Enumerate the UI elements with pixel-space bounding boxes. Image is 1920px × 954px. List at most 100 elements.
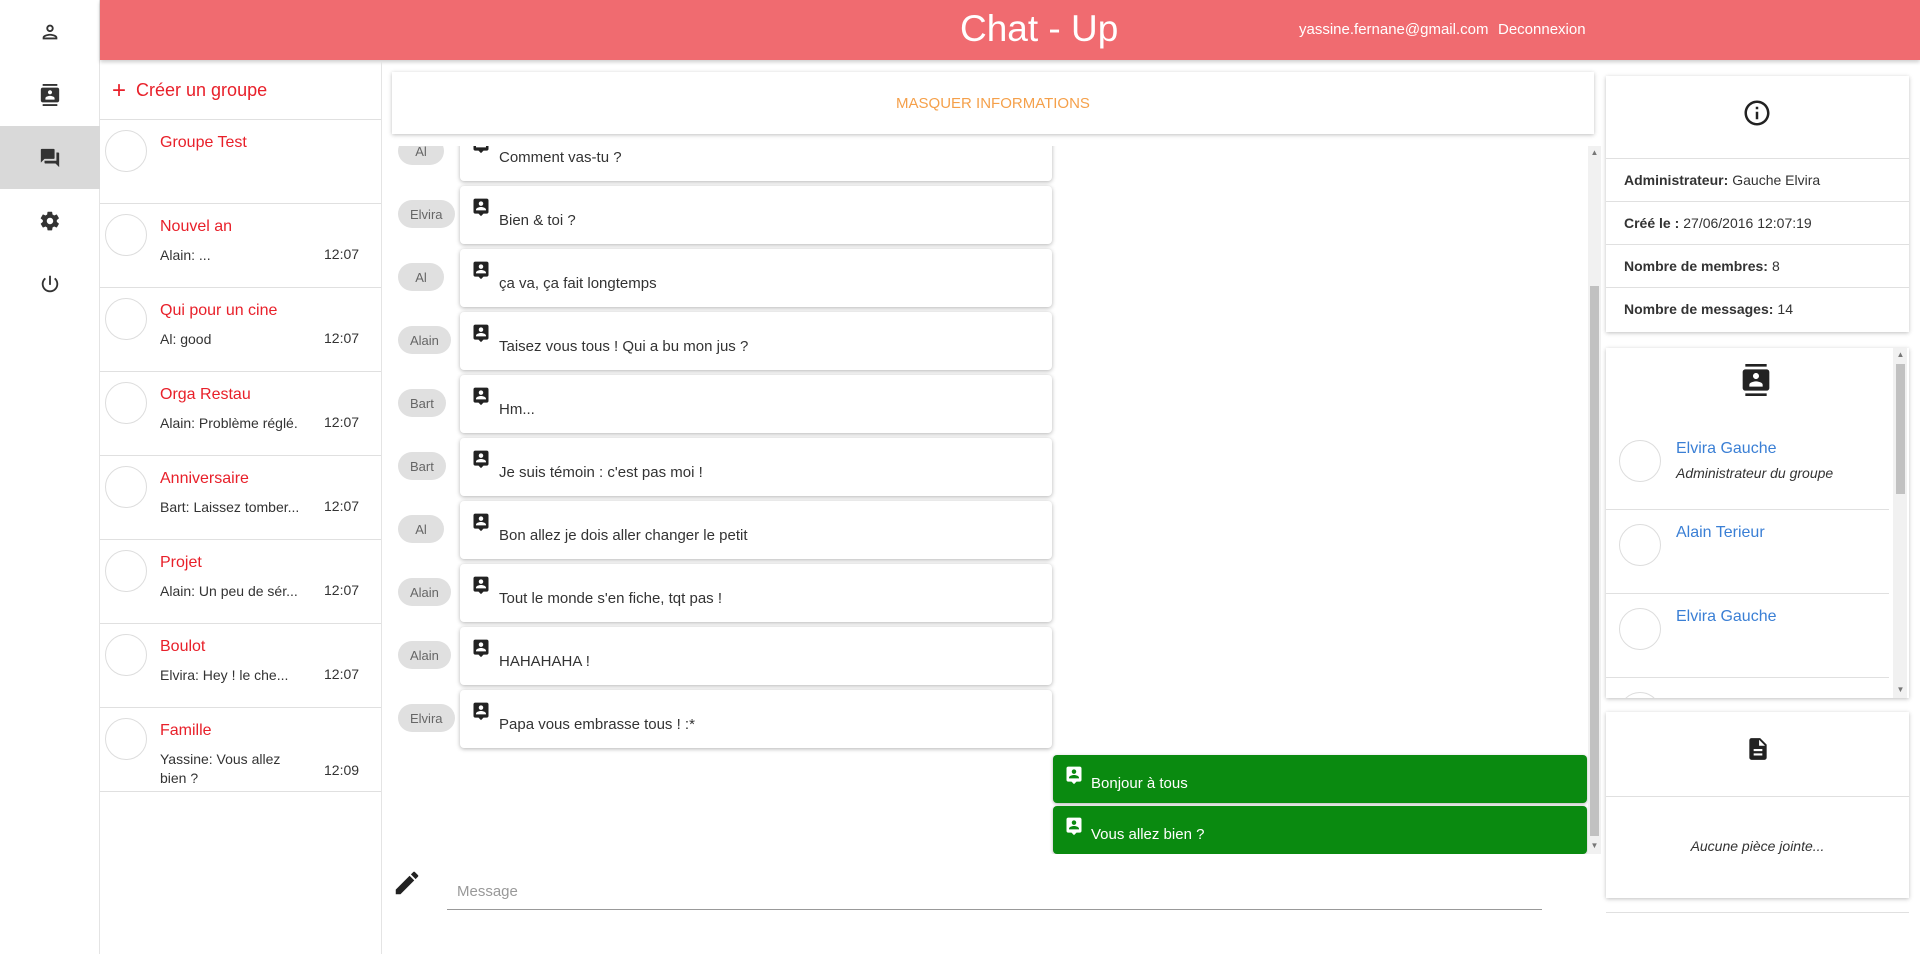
avatar <box>1619 608 1661 650</box>
group-last-message: Alain: Un peu de sér... <box>160 583 298 599</box>
message-bubble: Taisez vous tous ! Qui a bu mon jus ? <box>460 312 1052 370</box>
nav-profile[interactable] <box>0 0 100 63</box>
avatar <box>1619 440 1661 482</box>
message-bubble: ça va, ça fait longtemps <box>460 249 1052 307</box>
info-messages-count: Nombre de messages: 14 <box>1606 287 1909 330</box>
group-last-message: Alain: ... <box>160 247 211 263</box>
member-name[interactable]: Elvira Gauche <box>1676 440 1777 458</box>
group-item[interactable]: Nouvel an Alain: ... 12:07 <box>100 204 381 288</box>
avatar <box>105 214 147 256</box>
group-time: 12:07 <box>324 498 360 514</box>
group-last-message: Elvira: Hey ! le che... <box>160 667 289 683</box>
scroll-down-arrow-icon[interactable]: ▼ <box>1590 841 1599 850</box>
member-item <box>1606 678 1889 698</box>
avatar <box>105 130 147 172</box>
own-message-bubble: Vous allez bien ? <box>1053 806 1587 854</box>
message-scrollbar[interactable]: ▲ ▼ <box>1588 146 1601 854</box>
group-item[interactable]: Groupe Test <box>100 120 381 204</box>
message-bubble: Comment vas-tu ? <box>460 146 1052 181</box>
member-item[interactable]: Elvira Gauche Administrateur du groupe <box>1606 426 1889 510</box>
info-created-value: 27/06/2016 12:07:19 <box>1683 215 1812 231</box>
message-sender: Al <box>398 515 444 543</box>
message-text: Bon allez je dois aller changer le petit <box>499 527 748 544</box>
message-sender: Bart <box>398 389 446 417</box>
avatar <box>1619 524 1661 566</box>
nav-rail <box>0 0 100 954</box>
member-item[interactable]: Alain Terieur <box>1606 510 1889 594</box>
own-message-bubble: Bonjour à tous <box>1053 755 1587 803</box>
group-item[interactable]: Anniversaire Bart: Laissez tomber... 12:… <box>100 456 381 540</box>
hide-info-button[interactable]: MASQUER INFORMATIONS <box>392 72 1594 134</box>
contact-icon <box>473 513 489 532</box>
chat-panel: MASQUER INFORMATIONS Al Comment vas-tu ?… <box>383 62 1601 954</box>
contact-icon <box>473 146 489 154</box>
scrollbar-thumb[interactable] <box>1896 364 1905 494</box>
message-input[interactable] <box>447 874 1542 910</box>
message-bubble: Je suis témoin : c'est pas moi ! <box>460 438 1052 496</box>
info-members-value: 8 <box>1771 258 1780 274</box>
pencil-icon <box>395 871 419 895</box>
avatar <box>105 382 147 424</box>
group-time: 12:07 <box>324 414 360 430</box>
message-text: ça va, ça fait longtemps <box>499 275 657 292</box>
group-item[interactable]: Orga Restau Alain: Problème réglé. 12:07 <box>100 372 381 456</box>
group-item[interactable]: Qui pour un cine Al: good 12:07 <box>100 288 381 372</box>
nav-chats[interactable] <box>0 126 100 189</box>
group-time: 12:07 <box>324 666 360 682</box>
group-item[interactable]: Boulot Elvira: Hey ! le che... 12:07 <box>100 624 381 708</box>
info-created-label: Créé le : <box>1624 215 1680 231</box>
message-sender: Bart <box>398 452 446 480</box>
message-text: Bien & toi ? <box>499 212 576 229</box>
scroll-down-arrow-icon[interactable]: ▼ <box>1896 685 1905 694</box>
scroll-up-arrow-icon[interactable]: ▲ <box>1896 350 1905 359</box>
nav-power[interactable] <box>0 252 100 315</box>
nav-settings[interactable] <box>0 189 100 252</box>
info-admin-label: Administrateur: <box>1624 172 1729 188</box>
message-bubble: HAHAHAHA ! <box>460 627 1052 685</box>
nav-contacts[interactable] <box>0 63 100 126</box>
group-last-message: Al: good <box>160 331 212 347</box>
info-icon <box>1744 100 1770 126</box>
chat-icon <box>40 148 60 167</box>
group-name: Groupe Test <box>160 134 247 151</box>
contact-icon <box>1066 766 1082 785</box>
contact-icon <box>473 576 489 595</box>
divider <box>1606 796 1909 797</box>
group-last-message: Yassine: Vous allez bien ? <box>160 751 281 786</box>
info-admin: Administrateur: Gauche Elvira <box>1606 158 1909 201</box>
message-bubble: Papa vous embrasse tous ! :* <box>460 690 1052 748</box>
member-role: Administrateur du groupe <box>1676 465 1834 481</box>
message-bubble: Tout le monde s'en fiche, tqt pas ! <box>460 564 1052 622</box>
info-messages-value: 14 <box>1777 301 1793 317</box>
group-list-panel: + Créer un groupe Groupe Test Nouvel an … <box>100 62 382 954</box>
member-name[interactable]: Elvira Gauche <box>1676 608 1777 626</box>
message-sender: Al <box>398 146 444 165</box>
scrollbar-thumb[interactable] <box>1590 286 1599 836</box>
contact-icon <box>473 387 489 406</box>
group-name: Orga Restau <box>160 386 251 403</box>
message-text: Vous allez bien ? <box>1091 826 1205 843</box>
gear-icon <box>40 211 59 230</box>
group-info-card: Administrateur: Gauche Elvira Créé le : … <box>1606 76 1909 332</box>
contact-icon <box>473 324 489 343</box>
members-scrollbar[interactable]: ▲ ▼ <box>1893 348 1907 698</box>
message-bubble: Bien & toi ? <box>460 186 1052 244</box>
create-group-label: Créer un groupe <box>136 80 268 100</box>
message-text: Papa vous embrasse tous ! :* <box>499 716 695 733</box>
group-item[interactable]: Famille Yassine: Vous allez bien ? 12:09 <box>100 708 381 792</box>
message-sender: Alain <box>398 641 451 669</box>
member-item[interactable]: Elvira Gauche <box>1606 594 1889 678</box>
person-icon <box>42 24 58 39</box>
contact-icon <box>473 261 489 280</box>
scroll-up-arrow-icon[interactable]: ▲ <box>1590 148 1599 157</box>
power-icon <box>41 275 59 292</box>
group-item[interactable]: Projet Alain: Un peu de sér... 12:07 <box>100 540 381 624</box>
message-composer <box>392 862 1542 932</box>
contact-icon <box>473 702 489 721</box>
member-name[interactable]: Alain Terieur <box>1676 524 1765 542</box>
logout-link[interactable]: Deconnexion <box>1498 21 1586 38</box>
info-created: Créé le : 27/06/2016 12:07:19 <box>1606 201 1909 244</box>
attachments-card: Aucune pièce jointe... <box>1606 712 1909 898</box>
create-group-button[interactable]: + Créer un groupe <box>100 62 381 120</box>
avatar <box>105 298 147 340</box>
